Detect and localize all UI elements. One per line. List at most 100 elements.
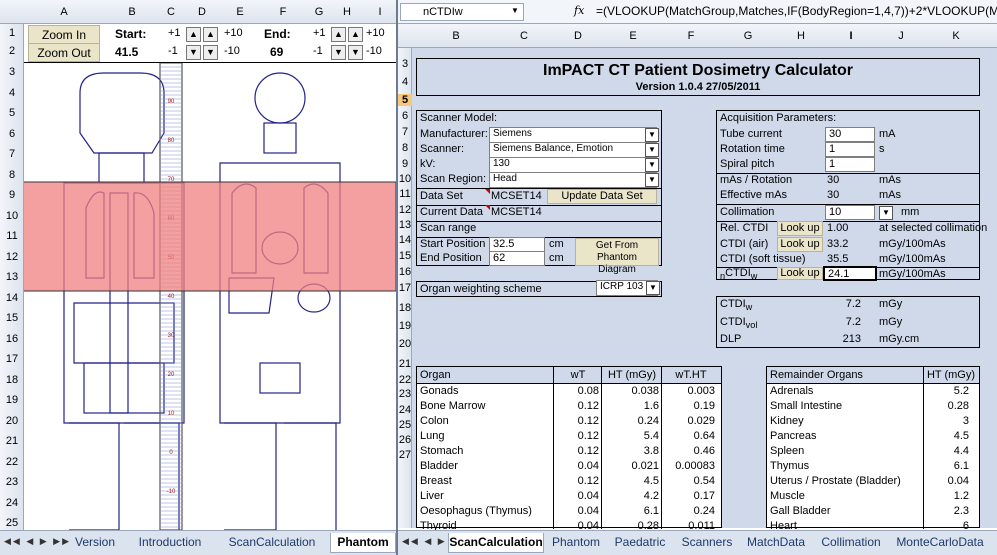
col-K[interactable]: K — [926, 30, 986, 42]
row-header-11[interactable]: 11 — [398, 188, 412, 200]
row-header-25[interactable]: 25 — [0, 517, 24, 529]
col-C[interactable]: C — [496, 30, 552, 42]
row-header-26[interactable]: 26 — [398, 434, 412, 446]
end-up10-arrow-icon[interactable]: ▲ — [348, 27, 363, 42]
col-G[interactable]: G — [308, 6, 330, 18]
col-I[interactable]: I — [364, 6, 396, 18]
col-I[interactable]: I — [826, 30, 876, 42]
row-header-1[interactable]: 1 — [0, 27, 24, 39]
row-header-17[interactable]: 17 — [398, 282, 412, 294]
row-header-8[interactable]: 8 — [0, 169, 24, 181]
scan-region-select[interactable]: Head — [489, 172, 657, 188]
col-G[interactable]: G — [720, 30, 776, 42]
col-F[interactable]: F — [662, 30, 720, 42]
nctdiw-value-cell[interactable]: 24.1 — [823, 266, 877, 281]
row-header-14[interactable]: 14 — [0, 292, 24, 304]
row-header-10[interactable]: 10 — [0, 210, 24, 222]
zoom-out-button[interactable]: Zoom Out — [28, 43, 100, 62]
row-header-10[interactable]: 10 — [398, 173, 412, 185]
kv-select[interactable]: 130 — [489, 157, 657, 173]
manufacturer-dropdown-icon[interactable]: ▼ — [645, 128, 659, 142]
row-header-5[interactable]: 5 — [0, 107, 24, 119]
tab-collimation[interactable]: Collimation — [814, 533, 888, 553]
phantom-diagram[interactable]: 9080706050403020100-10 — [24, 63, 396, 530]
row-header-22[interactable]: 22 — [398, 374, 412, 386]
row-header-7[interactable]: 7 — [398, 126, 412, 138]
row-header-21[interactable]: 21 — [0, 435, 24, 447]
row-header-3[interactable]: 3 — [0, 66, 24, 78]
tab-phantom[interactable]: Phantom — [330, 533, 396, 553]
start-down-arrow-icon[interactable]: ▼ — [186, 45, 201, 60]
row-header-18[interactable]: 18 — [398, 302, 412, 314]
formula-text[interactable]: =(VLOOKUP(MatchGroup,Matches,IF(BodyRegi… — [596, 4, 997, 18]
end-up-arrow-icon[interactable]: ▲ — [331, 27, 346, 42]
tab-phantom[interactable]: Phantom — [548, 533, 604, 553]
scanner-select[interactable]: Siemens Balance, Emotion — [489, 142, 657, 158]
row-header-24[interactable]: 24 — [398, 404, 412, 416]
name-box[interactable]: nCTDIw — [400, 3, 524, 21]
get-from-phantom-button[interactable]: Get From Phantom Diagram — [575, 238, 659, 275]
row-header-15[interactable]: 15 — [0, 312, 24, 324]
col-A[interactable]: A — [24, 6, 104, 18]
row-header-24[interactable]: 24 — [0, 497, 24, 509]
row-header-25[interactable]: 25 — [398, 419, 412, 431]
tab-scancalculation[interactable]: ScanCalculation — [448, 533, 544, 553]
collimation-dropdown-icon[interactable]: ▼ — [879, 206, 893, 220]
col-E[interactable]: E — [604, 30, 662, 42]
row-header-5[interactable]: 5 — [398, 94, 412, 106]
end-position-input[interactable]: 62 — [489, 251, 545, 266]
row-header-9[interactable]: 9 — [398, 158, 412, 170]
row-header-16[interactable]: 16 — [0, 333, 24, 345]
row-header-8[interactable]: 8 — [398, 142, 412, 154]
row-header-12[interactable]: 12 — [398, 204, 412, 216]
col-B[interactable]: B — [416, 30, 496, 42]
fx-icon[interactable]: fx — [574, 4, 584, 17]
row-header-17[interactable]: 17 — [0, 353, 24, 365]
row-header-6[interactable]: 6 — [0, 128, 24, 140]
end-down10-arrow-icon[interactable]: ▼ — [348, 45, 363, 60]
row-header-20[interactable]: 20 — [398, 338, 412, 350]
row-header-16[interactable]: 16 — [398, 266, 412, 278]
col-C[interactable]: C — [160, 6, 182, 18]
col-D[interactable]: D — [552, 30, 604, 42]
tab-version[interactable]: Version — [66, 533, 124, 553]
row-header-4[interactable]: 4 — [398, 76, 412, 88]
row-header-23[interactable]: 23 — [0, 476, 24, 488]
row-header-23[interactable]: 23 — [398, 388, 412, 400]
col-B[interactable]: B — [104, 6, 160, 18]
tube-current-input[interactable]: 30 — [825, 127, 875, 142]
nctdiw-lookup-button[interactable]: Look up — [777, 267, 823, 280]
name-box-dropdown-icon[interactable]: ▼ — [508, 5, 522, 19]
collimation-select[interactable]: 10 — [825, 205, 875, 220]
row-header-22[interactable]: 22 — [0, 456, 24, 468]
col-H[interactable]: H — [776, 30, 826, 42]
ctdi-air-lookup-button[interactable]: Look up — [777, 237, 823, 252]
tab-paedatric[interactable]: Paedatric — [608, 533, 672, 553]
row-header-18[interactable]: 18 — [0, 374, 24, 386]
start-up-arrow-icon[interactable]: ▲ — [186, 27, 201, 42]
scan-region-dropdown-icon[interactable]: ▼ — [645, 173, 659, 187]
row-header-21[interactable]: 21 — [398, 358, 412, 370]
row-header-6[interactable]: 6 — [398, 110, 412, 122]
row-header-2[interactable]: 2 — [0, 45, 24, 57]
row-header-13[interactable]: 13 — [0, 271, 24, 283]
tab-scancalculation[interactable]: ScanCalculation — [220, 533, 324, 553]
manufacturer-select[interactable]: Siemens — [489, 127, 657, 143]
update-data-set-button[interactable]: Update Data Set — [547, 189, 657, 204]
row-header-27[interactable]: 27 — [398, 449, 412, 461]
col-H[interactable]: H — [330, 6, 364, 18]
row-header-19[interactable]: 19 — [0, 394, 24, 406]
col-E[interactable]: E — [222, 6, 258, 18]
tab-nav-arrows-icon[interactable]: ◀◀ ◀ ▶ ▶▶ — [4, 536, 71, 547]
row-header-19[interactable]: 19 — [398, 320, 412, 332]
tab-introduction[interactable]: Introduction — [128, 533, 212, 553]
spiral-pitch-input[interactable]: 1 — [825, 157, 875, 172]
row-header-11[interactable]: 11 — [0, 230, 24, 242]
row-header-13[interactable]: 13 — [398, 219, 412, 231]
organ-weighting-dropdown-icon[interactable]: ▼ — [646, 281, 660, 295]
start-up10-arrow-icon[interactable]: ▲ — [203, 27, 218, 42]
row-header-4[interactable]: 4 — [0, 87, 24, 99]
row-header-3[interactable]: 3 — [398, 58, 412, 70]
tab-matchdata[interactable]: MatchData — [742, 533, 810, 553]
tab-scanners[interactable]: Scanners — [676, 533, 738, 553]
